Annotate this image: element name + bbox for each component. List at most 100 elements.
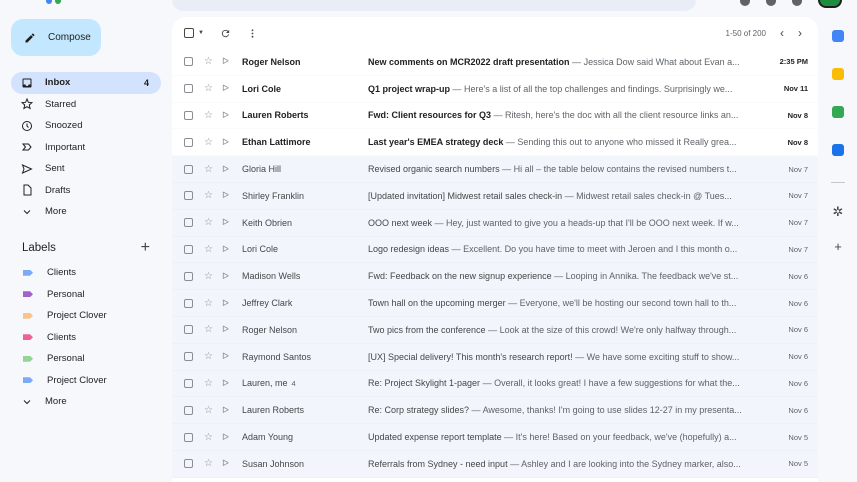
row-checkbox[interactable]	[184, 57, 193, 67]
row-checkbox[interactable]	[184, 298, 193, 308]
email-row[interactable]: ☆ ᐅ Adam Young Updated expense report templ…	[172, 424, 818, 451]
important-icon[interactable]: ᐅ	[222, 458, 232, 469]
sidebar-item-snoozed[interactable]: Snoozed	[11, 115, 161, 137]
star-icon[interactable]: ☆	[204, 351, 214, 362]
support-icon[interactable]	[740, 0, 750, 6]
sidebar-item-inbox[interactable]: Inbox 4	[11, 72, 161, 94]
email-row[interactable]: ☆ ᐅ Lauren Roberts Re: Corp strategy slides…	[172, 397, 818, 425]
email-row[interactable]: ☆ ᐅ Roger Nelson Two pics from the conferen…	[172, 316, 818, 344]
email-row[interactable]: ☆ ᐅ Lauren, me 4 Re: Project Skylight 1-page…	[172, 370, 818, 398]
label-item[interactable]: Project Clover	[11, 370, 161, 392]
refresh-button[interactable]	[220, 28, 231, 39]
star-icon[interactable]: ☆	[204, 83, 214, 94]
select-menu-chevron-icon[interactable]: ▼	[198, 30, 204, 36]
row-checkbox[interactable]	[184, 244, 193, 254]
row-checkbox[interactable]	[184, 325, 193, 335]
row-checkbox[interactable]	[184, 432, 193, 442]
email-row[interactable]: ☆ ᐅ Shirley Franklin [Updated invitation] M…	[172, 182, 818, 210]
calendar-app-icon[interactable]	[832, 30, 844, 42]
search-bar[interactable]	[172, 0, 696, 11]
row-checkbox[interactable]	[184, 110, 193, 120]
star-icon[interactable]: ☆	[204, 378, 214, 389]
important-icon[interactable]: ᐅ	[222, 190, 232, 201]
email-date: Nov 6	[788, 298, 808, 308]
row-checkbox[interactable]	[184, 84, 193, 94]
row-checkbox[interactable]	[184, 191, 193, 201]
tasks-app-icon[interactable]	[832, 144, 844, 156]
star-icon[interactable]: ☆	[204, 405, 214, 416]
labels-more[interactable]: More	[11, 391, 161, 413]
sidebar-item-label: Starred	[45, 98, 77, 110]
avatar[interactable]	[818, 0, 842, 8]
email-row[interactable]: ☆ ᐅ Lauren Roberts Fwd: Client resources fo…	[172, 102, 818, 130]
important-icon[interactable]: ᐅ	[222, 351, 232, 362]
important-icon[interactable]: ᐅ	[222, 405, 232, 416]
add-label-icon[interactable]: +	[141, 240, 150, 256]
label-item[interactable]: Personal	[11, 284, 161, 306]
sidebar-item-starred[interactable]: Starred	[11, 94, 161, 116]
row-checkbox[interactable]	[184, 378, 193, 388]
email-row[interactable]: ☆ ᐅ Keith Obrien OOO next week — Hey, just …	[172, 209, 818, 237]
prev-page-chevron-icon[interactable]: ‹	[780, 26, 784, 40]
important-icon[interactable]: ᐅ	[222, 217, 232, 228]
email-row[interactable]: ☆ ᐅ Susan Johnson Referrals from Sydney - n…	[172, 450, 818, 478]
sidebar-item-more[interactable]: More	[11, 201, 161, 223]
important-icon[interactable]: ᐅ	[222, 271, 232, 282]
email-row[interactable]: ☆ ᐅ Lori Cole Q1 project wrap-up — Here's a…	[172, 75, 818, 103]
star-icon[interactable]: ☆	[204, 244, 214, 255]
sidebar-item-drafts[interactable]: Drafts	[11, 180, 161, 202]
addons-icon[interactable]: ✲	[827, 205, 849, 218]
star-icon[interactable]: ☆	[204, 190, 214, 201]
star-icon[interactable]: ☆	[204, 56, 214, 67]
more-options-button[interactable]	[247, 28, 258, 39]
email-date: 2:35 PM	[779, 57, 808, 67]
row-checkbox[interactable]	[184, 137, 193, 147]
apps-icon[interactable]	[792, 0, 802, 6]
contacts-app-icon[interactable]	[832, 106, 844, 118]
compose-button[interactable]: Compose	[11, 19, 101, 56]
important-icon[interactable]: ᐅ	[222, 137, 232, 148]
important-icon[interactable]: ᐅ	[222, 83, 232, 94]
star-icon[interactable]: ☆	[204, 217, 214, 228]
important-icon[interactable]: ᐅ	[222, 110, 232, 121]
sidebar-item-sent[interactable]: Sent	[11, 158, 161, 180]
star-icon[interactable]: ☆	[204, 458, 214, 469]
important-icon[interactable]: ᐅ	[222, 432, 232, 443]
label-item[interactable]: Clients	[11, 327, 161, 349]
email-row[interactable]: ☆ ᐅ Roger Nelson New comments on MCR2022 dr…	[172, 49, 818, 76]
email-row[interactable]: ☆ ᐅ Jeffrey Clark Town hall on the upcoming…	[172, 290, 818, 317]
add-app-icon[interactable]: +	[827, 240, 849, 253]
important-icon[interactable]: ᐅ	[222, 378, 232, 389]
email-row[interactable]: ☆ ᐅ Raymond Santos [UX] Special delivery! T…	[172, 343, 818, 371]
important-icon[interactable]: ᐅ	[222, 164, 232, 175]
select-all-checkbox[interactable]	[184, 28, 194, 38]
star-icon[interactable]: ☆	[204, 110, 214, 121]
email-row[interactable]: ☆ ᐅ Lori Cole Logo redesign ideas — Excelle…	[172, 236, 818, 264]
email-row[interactable]: ☆ ᐅ Madison Wells Fwd: Feedback on the new …	[172, 263, 818, 291]
next-page-chevron-icon[interactable]: ›	[798, 26, 802, 40]
star-icon[interactable]: ☆	[204, 164, 214, 175]
row-checkbox[interactable]	[184, 164, 193, 174]
settings-icon[interactable]	[766, 0, 776, 6]
star-icon[interactable]: ☆	[204, 298, 214, 309]
star-icon[interactable]: ☆	[204, 324, 214, 335]
label-item[interactable]: Personal	[11, 348, 161, 370]
row-checkbox[interactable]	[184, 218, 193, 228]
star-icon[interactable]: ☆	[204, 432, 214, 443]
row-checkbox[interactable]	[184, 405, 193, 415]
important-icon[interactable]: ᐅ	[222, 324, 232, 335]
keep-app-icon[interactable]	[832, 68, 844, 80]
email-row[interactable]: ☆ ᐅ Ethan Lattimore Last year's EMEA strate…	[172, 129, 818, 157]
important-icon[interactable]: ᐅ	[222, 244, 232, 255]
row-checkbox[interactable]	[184, 459, 193, 469]
row-checkbox[interactable]	[184, 271, 193, 281]
row-checkbox[interactable]	[184, 352, 193, 362]
star-icon[interactable]: ☆	[204, 271, 214, 282]
important-icon[interactable]: ᐅ	[222, 298, 232, 309]
label-item[interactable]: Clients	[11, 262, 161, 284]
important-icon[interactable]: ᐅ	[222, 56, 232, 67]
email-row[interactable]: ☆ ᐅ Gloria Hill Revised organic search numb…	[172, 156, 818, 183]
sidebar-item-important[interactable]: Important	[11, 137, 161, 159]
label-item[interactable]: Project Clover	[11, 305, 161, 327]
star-icon[interactable]: ☆	[204, 137, 214, 148]
